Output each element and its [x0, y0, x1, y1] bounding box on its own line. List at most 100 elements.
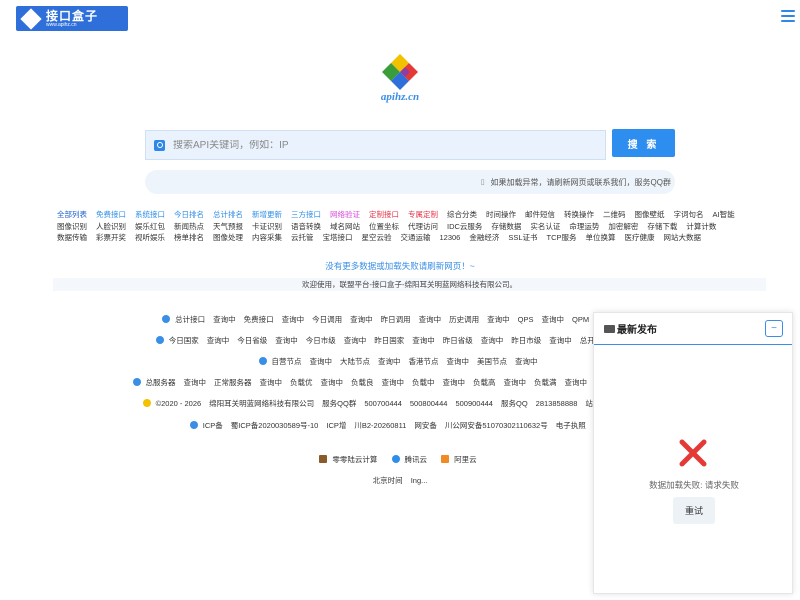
stat-item: 总计接口: [175, 315, 206, 324]
category-link[interactable]: 代理访问: [408, 222, 438, 231]
category-link[interactable]: 综合分类: [447, 210, 477, 219]
hamburger-icon[interactable]: [781, 10, 795, 22]
category-link[interactable]: 数据传输: [57, 233, 87, 242]
stat-item: 川公网安备51070302110632号: [444, 421, 548, 430]
category-link[interactable]: 图像处理: [213, 233, 243, 242]
error-x-icon: [679, 439, 707, 467]
stat-item: 负载高: [473, 378, 496, 387]
category-link[interactable]: 天气预报: [213, 222, 243, 231]
category-link[interactable]: 交通运输: [401, 233, 431, 242]
globe-icon: [155, 336, 164, 344]
category-link[interactable]: 金融经济: [469, 233, 499, 242]
category-link[interactable]: 图像壁纸: [635, 210, 665, 219]
stat-item: 电子执照: [555, 421, 586, 430]
category-link[interactable]: 定制接口: [369, 210, 399, 219]
category-link[interactable]: 系统接口: [135, 210, 165, 219]
category-link[interactable]: 时间操作: [486, 210, 516, 219]
category-link[interactable]: 计算计数: [686, 222, 716, 231]
category-link[interactable]: 网络验证: [330, 210, 360, 219]
stat-item: 免费接口: [243, 315, 274, 324]
stat-item: 查询中: [320, 378, 344, 387]
category-link[interactable]: 娱乐红包: [135, 222, 165, 231]
category-link[interactable]: TCP服务: [547, 233, 577, 242]
category-link[interactable]: 云托管: [291, 233, 314, 242]
category-link[interactable]: 存储下载: [647, 222, 677, 231]
category-link[interactable]: 语音转换: [291, 222, 321, 231]
category-link[interactable]: 三方接口: [291, 210, 321, 219]
category-link[interactable]: 加密解密: [608, 222, 638, 231]
stat-item: 查询中: [206, 336, 230, 345]
category-link[interactable]: 字词句名: [674, 210, 704, 219]
stat-item: 查询中: [183, 378, 207, 387]
collapse-button[interactable]: −: [765, 320, 783, 337]
category-link[interactable]: 医疗健康: [625, 233, 655, 242]
stat-item: 查询中: [281, 315, 305, 324]
stat-item: 查询中: [309, 357, 333, 366]
server-icon: [132, 378, 141, 386]
server-icon: [319, 455, 328, 463]
category-link[interactable]: 内容采集: [252, 233, 282, 242]
category-link[interactable]: 位置坐标: [369, 222, 399, 231]
category-link[interactable]: 存储数据: [491, 222, 521, 231]
category-link[interactable]: 全部列表: [57, 210, 87, 219]
category-link[interactable]: 新增更新: [252, 210, 282, 219]
category-link[interactable]: AI智能: [713, 210, 735, 219]
category-link[interactable]: 专属定制: [408, 210, 438, 219]
load-tip: 没有更多数据或加载失败请刷新网页！~: [325, 261, 475, 271]
category-link[interactable]: 彩票开奖: [96, 233, 126, 242]
category-link[interactable]: 视听娱乐: [135, 233, 165, 242]
category-link[interactable]: 实名认证: [530, 222, 560, 231]
category-link[interactable]: 总计排名: [213, 210, 243, 219]
category-link[interactable]: 卡证识别: [252, 222, 282, 231]
retry-button[interactable]: 重试: [673, 497, 715, 524]
category-link[interactable]: 宝塔接口: [323, 233, 353, 242]
category-link[interactable]: IDC云服务: [447, 222, 482, 231]
category-link[interactable]: 今日排名: [174, 210, 204, 219]
gear-icon: [162, 315, 171, 323]
category-link[interactable]: 人脸识别: [96, 222, 126, 231]
stat-item: 查询中: [549, 336, 572, 345]
category-link[interactable]: 单位换算: [586, 233, 616, 242]
category-link[interactable]: 二维码: [603, 210, 626, 219]
category-link[interactable]: 图像识别: [57, 222, 87, 231]
search-input[interactable]: [173, 139, 593, 151]
category-link[interactable]: 免费接口: [96, 210, 126, 219]
site-logo[interactable]: 接口盒子 www.apihz.cn: [16, 6, 128, 31]
stat-item: 服务QQ群: [322, 399, 357, 408]
footer-link-000cloud[interactable]: 零零陆云计算: [319, 455, 381, 464]
stat-item: 查询中: [564, 378, 588, 387]
category-link[interactable]: 邮件短信: [525, 210, 555, 219]
category-link[interactable]: SSL证书: [508, 233, 537, 242]
stat-item: QPS: [517, 315, 534, 324]
time-value: Ing...: [410, 476, 428, 485]
stat-item: 服务QQ: [500, 399, 528, 408]
stat-item: 查询中: [487, 315, 510, 324]
stat-item: 负载中: [412, 378, 435, 387]
category-link[interactable]: 命理运势: [569, 222, 599, 231]
category-row: 全部列表 免费接口 系统接口 今日排名 总计排名 新增更新 三方接口 网络验证 定制接口 专属定制…: [57, 209, 757, 221]
category-link[interactable]: 转换操作: [564, 210, 594, 219]
category-link[interactable]: 新闻热点: [174, 222, 204, 231]
footer-link-tencent[interactable]: 腾讯云: [391, 455, 432, 464]
logo-name: 接口盒子: [46, 8, 99, 23]
category-link[interactable]: 榜单排名: [174, 233, 204, 242]
search-icon: [154, 139, 165, 151]
stat-item: 今日市级: [305, 336, 336, 345]
stat-item: 今日省级: [237, 336, 268, 345]
welcome-bar: 欢迎使用，联盟平台-接口盒子-绵阳耳关明蓝网络科技有限公司。: [53, 278, 766, 291]
category-list: 全部列表 免费接口 系统接口 今日排名 总计排名 新增更新 三方接口 网络验证 定制接口 专属定制…: [57, 209, 757, 244]
search-button[interactable]: 搜 索: [612, 129, 675, 157]
footer-link-aliyun[interactable]: 阿里云: [441, 455, 481, 464]
stat-item: 昨日调用: [380, 315, 411, 324]
category-link[interactable]: 12306: [440, 233, 461, 242]
stat-item: 查询中: [480, 336, 504, 345]
category-link[interactable]: 网站大数据: [664, 233, 702, 242]
category-link[interactable]: 域名网站: [330, 222, 360, 231]
stat-item: 负载良: [351, 378, 374, 387]
stat-item: 查询中: [412, 336, 435, 345]
category-link[interactable]: 星空云验: [362, 233, 392, 242]
stat-item: 今日调用: [312, 315, 343, 324]
page: 接口盒子 www.apihz.cn apihz.cn 搜 索 ▯ 如果加载异常，…: [0, 0, 800, 600]
stat-item: 网安备: [414, 421, 437, 430]
stat-item: 川B2-20260811: [354, 421, 407, 430]
